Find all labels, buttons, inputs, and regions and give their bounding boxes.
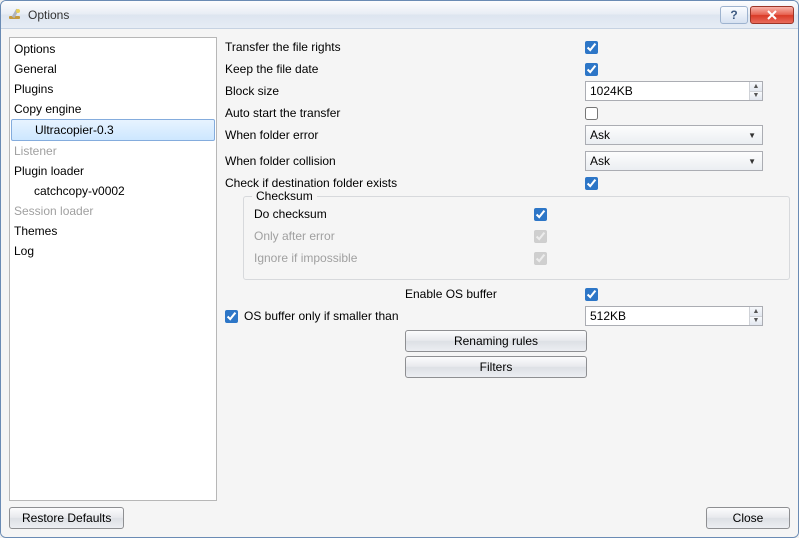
spinbox-os-buffer-size[interactable]: ▲▼ [585, 306, 763, 326]
title-bar[interactable]: Options ? [1, 1, 798, 29]
row-os-buffer-smaller: OS buffer only if smaller than ▲▼ [225, 306, 790, 326]
groupbox-checksum: Checksum Do checksum Only after error Ig… [243, 196, 790, 280]
sidebar-item-copy-engine[interactable]: Copy engine [10, 99, 216, 119]
window-title: Options [28, 8, 720, 22]
checkbox-only-after-error [534, 230, 547, 243]
filters-button[interactable]: Filters [405, 356, 587, 378]
sidebar-item-general[interactable]: General [10, 59, 216, 79]
row-auto-start: Auto start the transfer [225, 103, 790, 123]
sidebar-item-options[interactable]: Options [10, 39, 216, 59]
input-block-size[interactable] [586, 82, 749, 100]
label-auto-start: Auto start the transfer [225, 106, 585, 120]
sidebar-item-session-loader: Session loader [10, 201, 216, 221]
checkbox-os-buffer-smaller[interactable] [225, 310, 238, 323]
client-area: OptionsGeneralPluginsCopy engineUltracop… [1, 29, 798, 537]
dropdown-folder-error[interactable]: Ask [585, 125, 763, 145]
close-window-button[interactable] [750, 6, 794, 24]
sidebar-tree[interactable]: OptionsGeneralPluginsCopy engineUltracop… [9, 37, 217, 501]
label-os-buffer-smaller: OS buffer only if smaller than [244, 309, 399, 323]
settings-panel: Transfer the file rights Keep the file d… [225, 37, 790, 501]
sidebar-item-listener: Listener [10, 141, 216, 161]
checkbox-transfer-rights[interactable] [585, 41, 598, 54]
restore-defaults-button[interactable]: Restore Defaults [9, 507, 124, 529]
label-ignore-impossible: Ignore if impossible [254, 251, 534, 265]
os-buffer-smaller-group: OS buffer only if smaller than [225, 309, 585, 323]
row-filters: Filters [225, 356, 790, 378]
checkbox-check-dest[interactable] [585, 177, 598, 190]
label-only-after-error: Only after error [254, 229, 534, 243]
sidebar-item-ultracopier-0-3[interactable]: Ultracopier-0.3 [11, 119, 215, 141]
spin-block-size-buttons[interactable]: ▲▼ [749, 82, 762, 100]
spinbox-block-size[interactable]: ▲▼ [585, 81, 763, 101]
sidebar-item-themes[interactable]: Themes [10, 221, 216, 241]
checkbox-ignore-impossible [534, 252, 547, 265]
app-icon [7, 7, 23, 23]
dropdown-folder-error-value: Ask [590, 128, 610, 142]
label-folder-error: When folder error [225, 128, 585, 142]
label-block-size: Block size [225, 84, 585, 98]
checksum-legend: Checksum [252, 189, 317, 203]
close-button[interactable]: Close [706, 507, 790, 529]
window-buttons: ? [720, 6, 794, 24]
row-only-after-error: Only after error [254, 225, 779, 247]
sidebar-item-log[interactable]: Log [10, 241, 216, 261]
spin-os-buffer-buttons[interactable]: ▲▼ [749, 307, 762, 325]
checkbox-enable-os-buffer[interactable] [585, 288, 598, 301]
label-folder-collision: When folder collision [225, 154, 585, 168]
bottom-bar: Restore Defaults Close [9, 501, 790, 529]
sidebar-item-plugins[interactable]: Plugins [10, 79, 216, 99]
input-os-buffer-size[interactable] [586, 307, 749, 325]
checkbox-keep-date[interactable] [585, 63, 598, 76]
help-button[interactable]: ? [720, 6, 748, 24]
renaming-rules-button[interactable]: Renaming rules [405, 330, 587, 352]
row-keep-date: Keep the file date [225, 59, 790, 79]
sidebar-item-catchcopy-v0002[interactable]: catchcopy-v0002 [10, 181, 216, 201]
checkbox-do-checksum[interactable] [534, 208, 547, 221]
label-keep-date: Keep the file date [225, 62, 585, 76]
label-do-checksum: Do checksum [254, 207, 534, 221]
row-do-checksum: Do checksum [254, 203, 779, 225]
main-row: OptionsGeneralPluginsCopy engineUltracop… [9, 37, 790, 501]
row-enable-os-buffer: Enable OS buffer [225, 284, 790, 304]
checkbox-auto-start[interactable] [585, 107, 598, 120]
row-renaming-rules: Renaming rules [225, 330, 790, 352]
row-ignore-impossible: Ignore if impossible [254, 247, 779, 269]
row-transfer-rights: Transfer the file rights [225, 37, 790, 57]
row-folder-error: When folder error Ask [225, 125, 790, 145]
row-block-size: Block size ▲▼ [225, 81, 790, 101]
label-transfer-rights: Transfer the file rights [225, 40, 585, 54]
dropdown-folder-collision[interactable]: Ask [585, 151, 763, 171]
options-window: Options ? OptionsGeneralPluginsCopy engi… [0, 0, 799, 538]
dropdown-folder-collision-value: Ask [590, 154, 610, 168]
row-folder-collision: When folder collision Ask [225, 151, 790, 171]
sidebar-item-plugin-loader[interactable]: Plugin loader [10, 161, 216, 181]
label-enable-os-buffer: Enable OS buffer [405, 287, 585, 301]
label-check-dest: Check if destination folder exists [225, 176, 585, 190]
